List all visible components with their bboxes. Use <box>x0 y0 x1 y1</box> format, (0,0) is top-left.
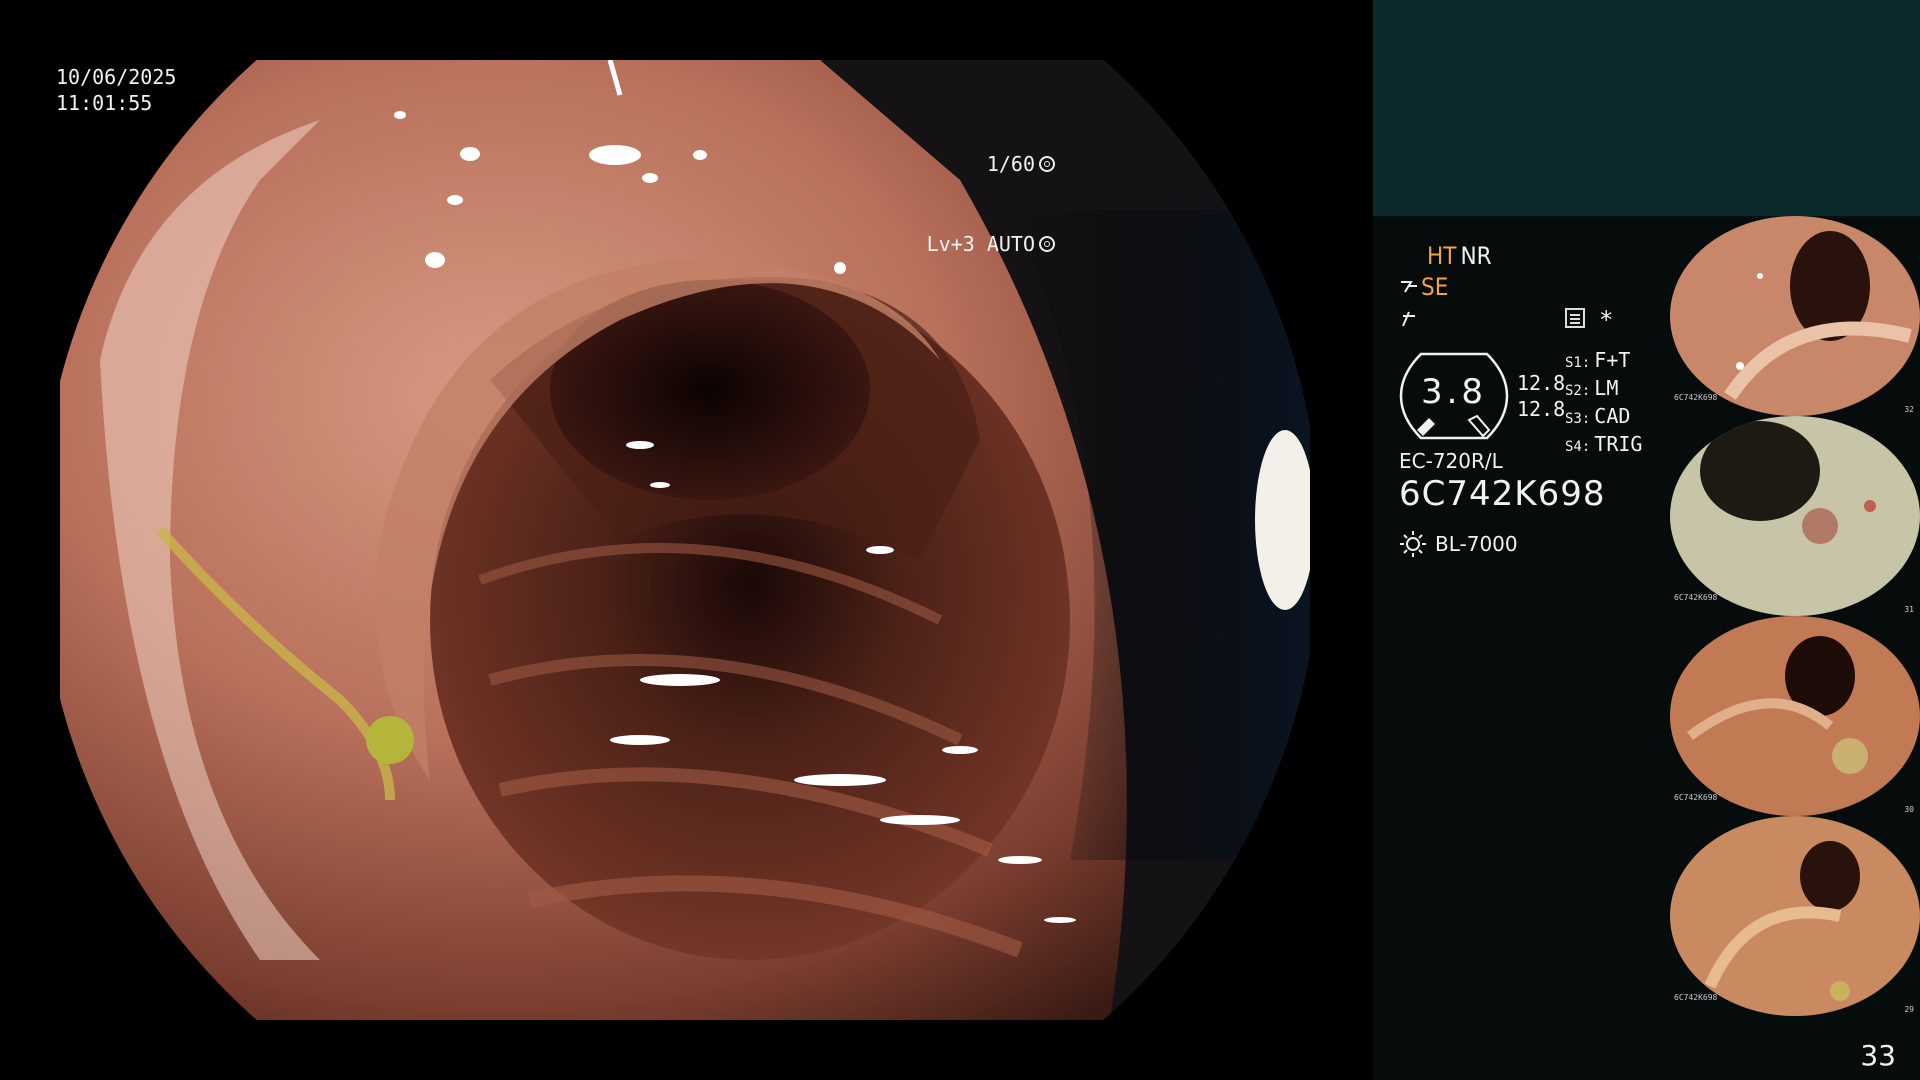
colon-lumen-image <box>60 60 1310 1020</box>
thumbnail-strip: 6C742K698 32 6C742K698 31 6C742K698 30 6… <box>1670 216 1920 1016</box>
thumbnail-index: 31 <box>1904 605 1914 614</box>
light-source: BL-7000 <box>1399 530 1518 558</box>
endoscopic-image <box>60 60 1310 1020</box>
scope-model: EC-720R/L <box>1399 449 1503 473</box>
switch-key: S3: <box>1565 411 1591 427</box>
switch-value: TRIG <box>1594 432 1643 456</box>
switch-value: CAD <box>1594 404 1631 428</box>
thumbnail-id: 6C742K698 <box>1674 593 1718 602</box>
light-source-icon <box>1400 531 1426 557</box>
thumbnail-id: 6C742K698 <box>1674 793 1718 802</box>
switch-key: S1: <box>1565 355 1591 371</box>
thumbnail[interactable]: 6C742K698 32 <box>1670 216 1920 416</box>
mode-se: SE <box>1421 272 1449 301</box>
thumbnail-id: 6C742K698 <box>1674 393 1718 402</box>
auto-iris-icon <box>1039 236 1055 252</box>
switch-key: S2: <box>1565 383 1591 399</box>
shutter-icon <box>1039 156 1055 172</box>
gauge-value: 3.8 <box>1420 372 1488 412</box>
switch-value: LM <box>1594 376 1619 400</box>
thumbnail-image <box>1670 616 1920 816</box>
star-icon: * <box>1599 306 1614 334</box>
info-panel: HT NR SE * 3.8 12.8 12.8 S1: F+T S2: LM S3… <box>1373 0 1920 1080</box>
timestamp: 10/06/2025 11:01:55 <box>56 64 176 116</box>
switch-row: S2: LM <box>1565 376 1642 404</box>
side-value-1: 12.8 <box>1517 371 1566 395</box>
shutter-speed: 1/60 <box>986 152 1035 176</box>
zoom-gauge: 3.8 <box>1399 350 1509 442</box>
side-values: 12.8 12.8 <box>1517 370 1565 422</box>
thumbnail[interactable]: 6C742K698 31 <box>1670 416 1920 616</box>
switch-row: S3: CAD <box>1565 404 1642 432</box>
side-value-2: 12.8 <box>1517 397 1566 421</box>
thumbnail-id: 6C742K698 <box>1674 993 1718 1002</box>
switch-key: S4: <box>1565 439 1591 455</box>
page-number: 33 <box>1860 1039 1896 1072</box>
thumbnail-index: 29 <box>1904 1005 1914 1014</box>
switch-assignments: S1: F+T S2: LM S3: CAD S4: TRIG <box>1565 348 1642 460</box>
switch-row: S4: TRIG <box>1565 432 1642 460</box>
date-text: 10/06/2025 <box>56 65 177 89</box>
thumbnail-image <box>1670 416 1920 616</box>
patient-info-area <box>1373 0 1920 218</box>
thumbnail-index: 30 <box>1904 805 1914 814</box>
mode-nr: NR <box>1460 241 1492 270</box>
time-text: 11:01:55 <box>56 91 153 115</box>
exposure-level: Lv+3 AUTO <box>926 232 1035 256</box>
menu-icon <box>1565 308 1585 328</box>
switch-row: S1: F+T <box>1565 348 1642 376</box>
color-enhance-icon <box>1402 311 1415 326</box>
light-source-label: BL-7000 <box>1435 532 1518 556</box>
processing-modes: HT NR SE <box>1399 240 1699 333</box>
thumbnail[interactable]: 6C742K698 30 <box>1670 616 1920 816</box>
endoscope-view: 10/06/2025 11:01:55 1/60 Lv+3 AUTO <box>0 0 1373 1080</box>
switch-value: F+T <box>1594 348 1631 372</box>
thumbnail-index: 32 <box>1904 405 1914 414</box>
thumbnail[interactable]: 6C742K698 29 <box>1670 816 1920 1016</box>
structure-enhance-icon <box>1401 280 1417 293</box>
mode-ht: HT <box>1427 241 1457 270</box>
thumbnail-image <box>1670 216 1920 416</box>
thumbnail-image <box>1670 816 1920 1016</box>
scope-serial: 6C742K698 <box>1399 474 1606 514</box>
exposure-info: 1/60 Lv+3 AUTO <box>927 98 1055 310</box>
